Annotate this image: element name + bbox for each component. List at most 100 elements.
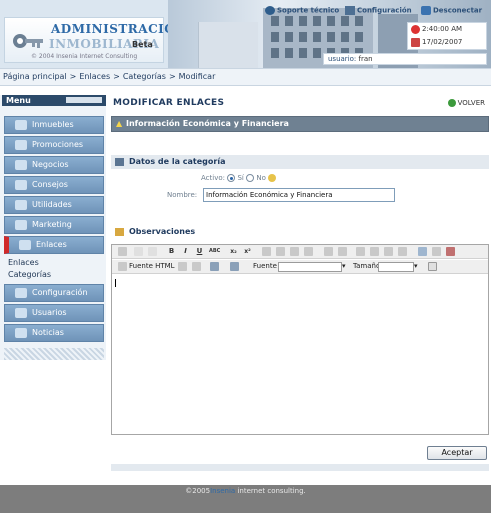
- logo-copyright: © 2004 Insenia Internet Consulting: [31, 53, 138, 60]
- page-title: MODIFICAR ENLACES: [113, 98, 225, 108]
- back-button[interactable]: VOLVER: [447, 99, 485, 107]
- special-char-icon[interactable]: [446, 247, 455, 256]
- breadcrumb-enlaces[interactable]: Enlaces: [79, 72, 110, 81]
- ordered-list-icon[interactable]: [356, 247, 365, 256]
- breadcrumb-current: Modificar: [178, 72, 216, 81]
- breadcrumb-separator: >: [168, 72, 176, 81]
- indent-icon[interactable]: [398, 247, 407, 256]
- building-icon: [15, 120, 27, 130]
- horizontal-rule-icon[interactable]: [432, 247, 441, 256]
- source-icon[interactable]: [118, 262, 127, 271]
- link-insert-icon[interactable]: [192, 262, 201, 271]
- font-label: Fuente: [253, 262, 277, 270]
- justify-icon[interactable]: [304, 247, 313, 256]
- preview-icon[interactable]: [118, 247, 127, 256]
- datetime-box: 2:40:00 AM 17/02/2007: [407, 22, 487, 50]
- help-icon[interactable]: [268, 174, 277, 182]
- menu-title: Menu: [6, 96, 31, 105]
- nombre-input[interactable]: Información Económica y Financiera: [203, 188, 395, 202]
- sidebar-item-utilidades[interactable]: Utilidades: [4, 196, 104, 214]
- editor-textarea[interactable]: [112, 275, 488, 434]
- sidebar-footer-pattern: [4, 348, 104, 360]
- support-icon: [265, 6, 275, 15]
- table-icon[interactable]: [418, 247, 427, 256]
- app-logo[interactable]: ADMINISTRACIÓN INMOBILIARIA Beta © 2004 …: [4, 17, 186, 63]
- subscript-icon[interactable]: x₂: [229, 247, 238, 256]
- calendar-icon: [411, 38, 420, 47]
- support-link[interactable]: Soporte técnico: [265, 6, 339, 15]
- sidebar-item-usuarios[interactable]: Usuarios: [4, 304, 104, 322]
- outdent-icon[interactable]: [384, 247, 393, 256]
- undo-icon[interactable]: [134, 247, 143, 256]
- link-icon: [19, 240, 31, 250]
- category-section-header: Datos de la categoría: [111, 155, 489, 169]
- activo-field: Activo: Sí No: [201, 174, 277, 182]
- date-display: 17/02/2007: [408, 36, 486, 49]
- lightbulb-icon: [15, 180, 27, 190]
- text-caret: [115, 279, 116, 287]
- sidebar-item-noticias[interactable]: Noticias: [4, 324, 104, 342]
- menu-collapse-handle[interactable]: [66, 97, 102, 103]
- editor-toolbar-row2: Fuente HTML Fuente ▾ Tamaño ▾: [112, 260, 488, 274]
- image-icon[interactable]: [178, 262, 187, 271]
- briefcase-icon: [15, 160, 27, 170]
- logo-title: ADMINISTRACIÓN: [51, 22, 187, 36]
- menu-header: Menu: [2, 95, 106, 106]
- paste-icon[interactable]: [324, 247, 333, 256]
- sidebar-item-consejos[interactable]: Consejos: [4, 176, 104, 194]
- align-right-icon[interactable]: [290, 247, 299, 256]
- time-display: 2:40:00 AM: [408, 23, 486, 36]
- superscript-icon[interactable]: x²: [243, 247, 252, 256]
- breadcrumb: Página principal > Enlaces > Categorías > Modi…: [0, 68, 491, 86]
- underline-icon[interactable]: U: [195, 247, 204, 256]
- italic-icon[interactable]: I: [181, 247, 190, 256]
- text-color-icon[interactable]: [210, 262, 219, 271]
- align-left-icon[interactable]: [262, 247, 271, 256]
- breadcrumb-home[interactable]: Página principal: [3, 72, 67, 81]
- beta-label: Beta: [132, 40, 153, 49]
- folder-icon: [115, 158, 124, 166]
- chevron-down-icon[interactable]: ▾: [414, 262, 418, 270]
- strikethrough-icon[interactable]: ABC: [209, 247, 220, 256]
- font-select[interactable]: [278, 262, 342, 272]
- unordered-list-icon[interactable]: [370, 247, 379, 256]
- align-center-icon[interactable]: [276, 247, 285, 256]
- user-label: usuario:: [328, 55, 357, 63]
- rich-text-editor: B I U ABC x₂ x² Fuente HTML Fuente ▾ Tam…: [111, 244, 489, 435]
- size-select[interactable]: [378, 262, 414, 272]
- footer: ©2005Insenia internet consulting.: [0, 485, 491, 513]
- source-html-button[interactable]: Fuente HTML: [129, 262, 175, 270]
- sidebar-item-marketing[interactable]: Marketing: [4, 216, 104, 234]
- editor-toolbar-row1: B I U ABC x₂ x²: [112, 245, 488, 259]
- main-content: MODIFICAR ENLACES VOLVER ▲ Información E…: [109, 95, 489, 475]
- eraser-icon[interactable]: [338, 247, 347, 256]
- accept-button[interactable]: Aceptar: [427, 446, 487, 460]
- user-name: fran: [358, 55, 373, 63]
- sidebar-subitem-enlaces[interactable]: Enlaces: [8, 258, 39, 267]
- bg-color-icon[interactable]: [230, 262, 239, 271]
- sidebar-item-inmuebles[interactable]: Inmuebles: [4, 116, 104, 134]
- help-editor-icon[interactable]: [428, 262, 437, 271]
- breadcrumb-categorias[interactable]: Categorías: [123, 72, 166, 81]
- sidebar-item-configuracion[interactable]: Configuración: [4, 284, 104, 302]
- pencil-icon: [115, 228, 124, 236]
- logout-link[interactable]: Desconectar: [421, 6, 482, 15]
- activo-no-radio[interactable]: [246, 174, 255, 182]
- config-link[interactable]: Configuración: [345, 6, 412, 15]
- sidebar-item-promociones[interactable]: Promociones: [4, 136, 104, 154]
- sidebar-subitem-categorias[interactable]: Categorías: [8, 270, 51, 279]
- activo-si-radio[interactable]: [227, 174, 236, 182]
- bold-icon[interactable]: B: [167, 247, 176, 256]
- chevron-down-icon[interactable]: ▾: [342, 262, 346, 270]
- footer-suffix: internet consulting.: [237, 487, 306, 495]
- sidebar-item-enlaces[interactable]: Enlaces: [4, 236, 104, 254]
- redo-icon[interactable]: [148, 247, 157, 256]
- record-title: Información Económica y Financiera: [126, 119, 289, 128]
- observaciones-section-header: Observaciones: [111, 225, 489, 239]
- activo-no-label: No: [256, 174, 266, 182]
- sidebar-item-negocios[interactable]: Negocios: [4, 156, 104, 174]
- tools-icon: [15, 200, 27, 210]
- footer-brand-link[interactable]: Insenia: [210, 487, 235, 495]
- chart-icon: [15, 220, 27, 230]
- clock-icon: [411, 25, 420, 34]
